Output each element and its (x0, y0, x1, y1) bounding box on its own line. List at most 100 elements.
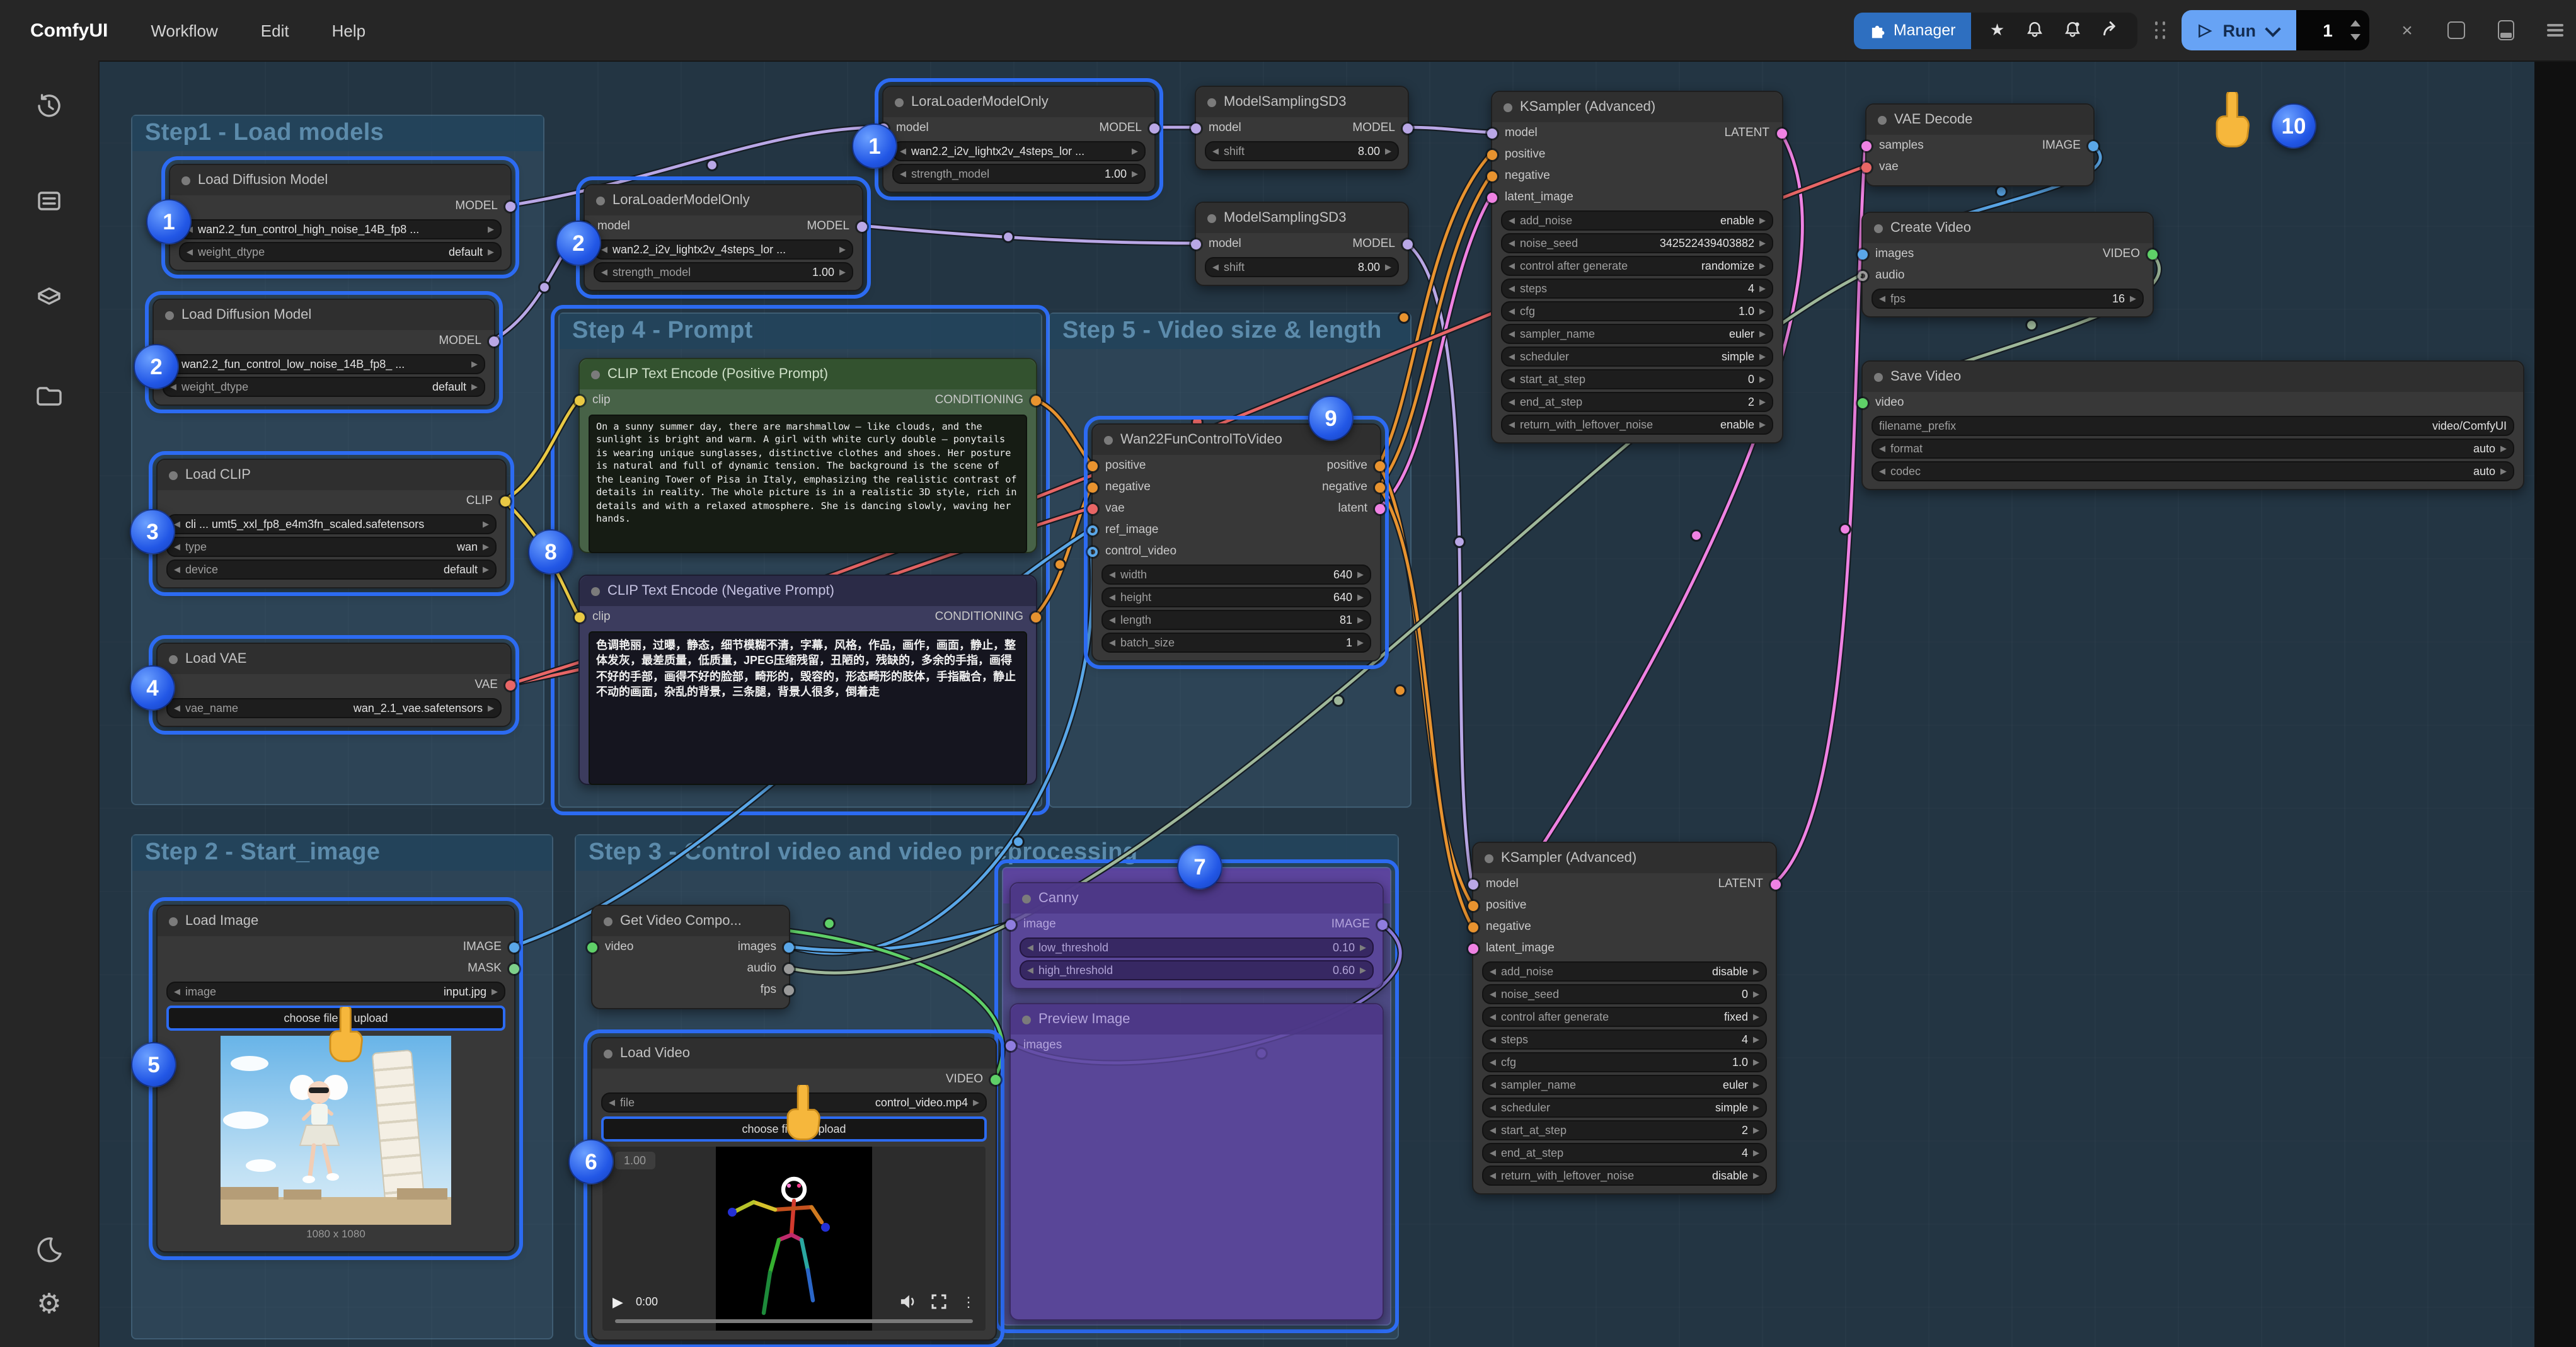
value-widget[interactable]: ◀wan2.2_fun_control_high_noise_14B_fp8 .… (179, 219, 502, 239)
combo-right-arrow-icon[interactable]: ▶ (488, 224, 494, 234)
star-icon[interactable]: ★ (1979, 20, 2016, 40)
steps-widget[interactable]: ◀steps4▶ (1501, 278, 1773, 299)
shift-widget[interactable]: ◀shift8.00▶ (1205, 141, 1399, 161)
bell-icon[interactable] (2016, 20, 2054, 41)
workflow-history-icon[interactable] (21, 78, 77, 134)
weight_dtype-widget[interactable]: ◀weight_dtypedefault▶ (179, 242, 502, 262)
combo-right-arrow-icon[interactable]: ▶ (1357, 615, 1364, 625)
combo-left-arrow-icon[interactable]: ◀ (900, 169, 906, 179)
collapse-dot-icon[interactable] (1504, 103, 1512, 112)
input-slot-control_video[interactable] (1088, 546, 1098, 556)
combo-right-arrow-icon[interactable]: ▶ (1753, 966, 1759, 977)
vae_name-widget[interactable]: ◀vae_namewan_2.1_vae.safetensors▶ (166, 698, 502, 718)
value-widget[interactable]: ◀wan2.2_fun_control_low_noise_14B_fp8_ .… (163, 354, 485, 374)
collapse-dot-icon[interactable] (596, 196, 605, 205)
output-slot-IMAGE[interactable] (2088, 140, 2098, 151)
combo-right-arrow-icon[interactable]: ▶ (1753, 1148, 1759, 1158)
output-slot-CONDITIONING[interactable] (1031, 395, 1041, 405)
output-slot-IMAGE[interactable] (1377, 919, 1388, 929)
input-slot-latent_image[interactable] (1487, 192, 1497, 202)
end_at_step-widget[interactable]: ◀end_at_step2▶ (1501, 392, 1773, 412)
prompt-textarea[interactable]: 色调艳丽，过曝，静态，细节模糊不清，字幕，风格，作品，画作，画面，静止，整体发灰… (589, 631, 1027, 785)
cfg-widget[interactable]: ◀cfg1.0▶ (1482, 1052, 1767, 1072)
strength_model-widget[interactable]: ◀strength_model1.00▶ (594, 262, 853, 282)
collapse-dot-icon[interactable] (1878, 115, 1887, 124)
theme-toggle-moon-icon[interactable] (21, 1221, 77, 1276)
collapse-dot-icon[interactable] (165, 311, 174, 319)
batch_size-widget[interactable]: ◀batch_size1▶ (1101, 633, 1371, 653)
node-lora-loader-2[interactable]: LoraLoaderModelOnlymodelMODEL◀wan2.2_i2v… (584, 184, 863, 291)
noise_seed-widget[interactable]: ◀noise_seed342522439403882▶ (1501, 233, 1773, 253)
output-slot-CLIP[interactable] (500, 496, 510, 506)
combo-left-arrow-icon[interactable]: ◀ (1509, 284, 1515, 294)
combo-right-arrow-icon[interactable]: ▶ (488, 703, 494, 713)
height-widget[interactable]: ◀height640▶ (1101, 587, 1371, 607)
combo-left-arrow-icon[interactable]: ◀ (1109, 570, 1115, 580)
combo-left-arrow-icon[interactable]: ◀ (174, 565, 180, 575)
output-slot-MODEL[interactable] (857, 221, 867, 231)
sampler_name-widget[interactable]: ◀sampler_nameeuler▶ (1482, 1075, 1767, 1095)
output-slot-LATENT[interactable] (1777, 128, 1787, 138)
combo-right-arrow-icon[interactable]: ▶ (1753, 1171, 1759, 1181)
prompt-textarea[interactable]: On a sunny summer day, there are marshma… (589, 415, 1027, 553)
value-widget[interactable]: ◀cli ... umt5_xxl_fp8_e4m3fn_scaled.safe… (166, 514, 497, 534)
combo-left-arrow-icon[interactable]: ◀ (1490, 1125, 1496, 1135)
node-model-sampling-sd3-2[interactable]: ModelSamplingSD3modelMODEL◀shift8.00▶ (1195, 202, 1409, 286)
menu-help[interactable]: Help (332, 21, 366, 40)
combo-left-arrow-icon[interactable]: ◀ (1109, 615, 1115, 625)
node-library-icon[interactable] (21, 174, 77, 229)
collapse-dot-icon[interactable] (604, 1049, 612, 1058)
output-slot-VIDEO[interactable] (991, 1074, 1001, 1084)
output-slot-negative[interactable] (1375, 482, 1385, 492)
start_at_step-widget[interactable]: ◀start_at_step0▶ (1501, 369, 1773, 389)
combo-right-arrow-icon[interactable]: ▶ (483, 542, 489, 552)
combo-right-arrow-icon[interactable]: ▶ (492, 987, 498, 997)
combo-left-arrow-icon[interactable]: ◀ (900, 146, 906, 156)
combo-left-arrow-icon[interactable]: ◀ (187, 247, 193, 257)
combo-right-arrow-icon[interactable]: ▶ (483, 565, 489, 575)
combo-left-arrow-icon[interactable]: ◀ (1509, 420, 1515, 430)
combo-right-arrow-icon[interactable]: ▶ (1753, 1057, 1759, 1067)
close-icon[interactable]: × (2396, 19, 2418, 42)
node-load-image[interactable]: Load ImageIMAGEMASK◀imageinput.jpg▶choos… (156, 905, 515, 1252)
type-widget[interactable]: ◀typewan▶ (166, 537, 497, 557)
combo-right-arrow-icon[interactable]: ▶ (1759, 329, 1766, 339)
combo-right-arrow-icon[interactable]: ▶ (1753, 1012, 1759, 1022)
input-slot-images[interactable] (1006, 1040, 1016, 1050)
collapse-dot-icon[interactable] (591, 370, 600, 379)
combo-right-arrow-icon[interactable]: ▶ (839, 244, 846, 255)
input-slot-audio[interactable] (1858, 270, 1868, 280)
seek-bar[interactable] (615, 1319, 973, 1323)
collapse-dot-icon[interactable] (169, 917, 178, 926)
combo-left-arrow-icon[interactable]: ◀ (1509, 329, 1515, 339)
input-slot-negative[interactable] (1487, 171, 1497, 181)
output-slot-MODEL[interactable] (1403, 239, 1413, 249)
control after generate-widget[interactable]: ◀control after generatefixed▶ (1482, 1007, 1767, 1027)
collapse-dot-icon[interactable] (181, 176, 190, 185)
combo-left-arrow-icon[interactable]: ◀ (1509, 352, 1515, 362)
node-save-video[interactable]: Save Videovideofilename_prefixvideo/Comf… (1861, 360, 2524, 490)
model-library-icon[interactable] (21, 270, 77, 325)
filename_prefix-widget[interactable]: filename_prefixvideo/ComfyUI (1872, 416, 2514, 436)
collapse-dot-icon[interactable] (1022, 1015, 1031, 1024)
input-slot-latent_image[interactable] (1468, 943, 1478, 953)
node-clip-text-positive[interactable]: CLIP Text Encode (Positive Prompt)clipCO… (578, 358, 1037, 553)
collapse-dot-icon[interactable] (1207, 98, 1216, 106)
combo-left-arrow-icon[interactable]: ◀ (609, 1098, 615, 1108)
combo-right-arrow-icon[interactable]: ▶ (1759, 352, 1766, 362)
combo-right-arrow-icon[interactable]: ▶ (1759, 284, 1766, 294)
cfg-widget[interactable]: ◀cfg1.0▶ (1501, 301, 1773, 321)
node-load-vae[interactable]: Load VAEVAE◀vae_namewan_2.1_vae.safetens… (156, 643, 512, 727)
input-slot-negative[interactable] (1468, 922, 1478, 932)
output-slot-positive[interactable] (1375, 461, 1385, 471)
drag-handle-icon[interactable] (2155, 22, 2166, 39)
value-widget[interactable]: ◀wan2.2_i2v_lightx2v_4steps_lor ...▶ (892, 141, 1146, 161)
input-slot-video[interactable] (587, 942, 597, 952)
input-slot-image[interactable] (1006, 919, 1016, 929)
node-canny[interactable]: CannyimageIMAGE◀low_threshold0.10▶◀high_… (1009, 882, 1384, 989)
combo-right-arrow-icon[interactable]: ▶ (1357, 638, 1364, 648)
menu-list-icon[interactable] (2543, 19, 2566, 42)
combo-right-arrow-icon[interactable]: ▶ (1357, 570, 1364, 580)
bell-badge-icon[interactable] (2054, 20, 2092, 41)
input-slot-positive[interactable] (1468, 900, 1478, 910)
